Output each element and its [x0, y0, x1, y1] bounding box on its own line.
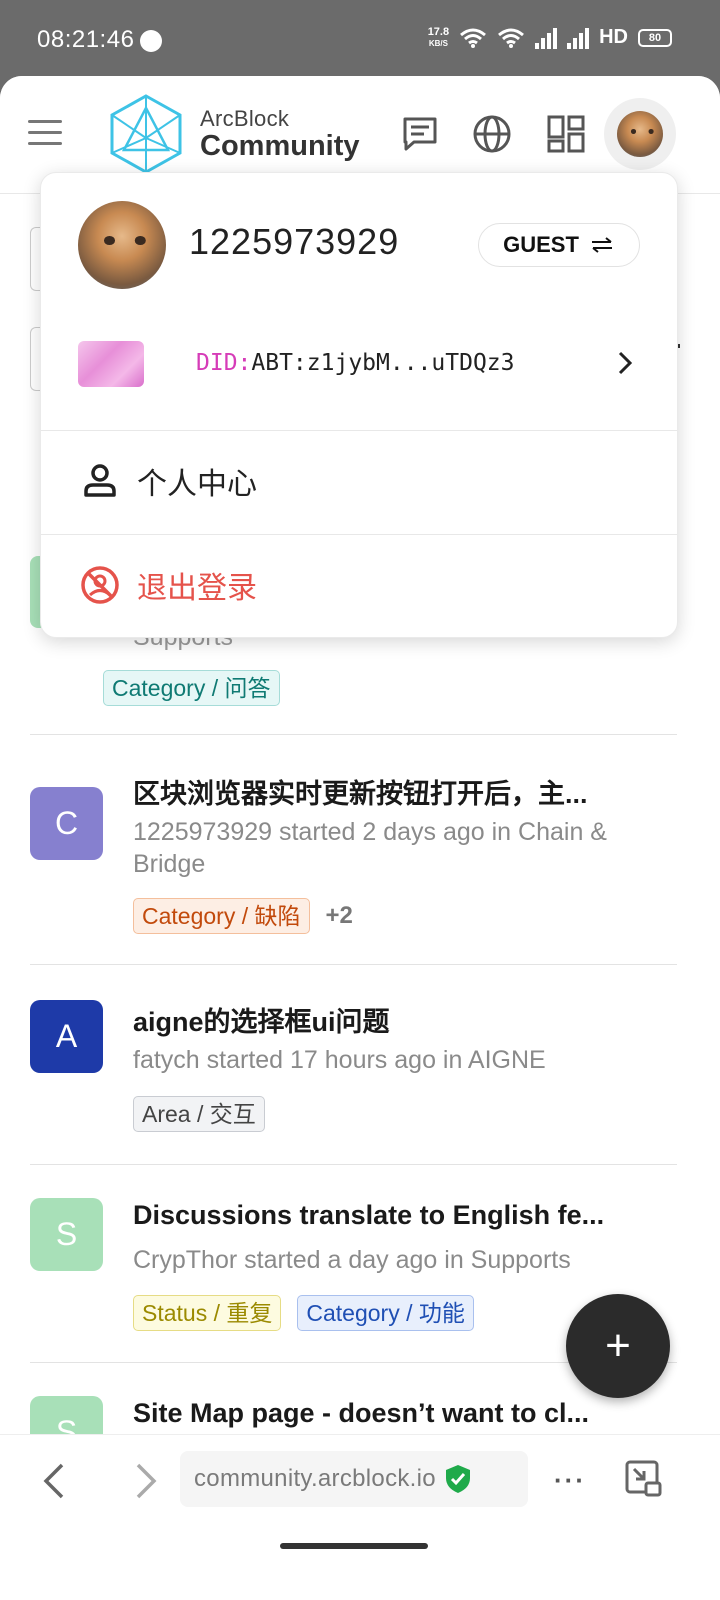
post-avatar: S [30, 1396, 103, 1436]
status-time: 08:21:46 [37, 26, 135, 53]
arcblock-logo[interactable] [108, 94, 184, 174]
divider [30, 1164, 677, 1165]
post-title[interactable]: Site Map page - doesn’t want to cl... [133, 1398, 653, 1429]
post-avatar: C [30, 787, 103, 860]
tag[interactable]: Category / 功能 [297, 1295, 474, 1331]
signal-4g-icon [567, 27, 590, 49]
status-bar: 08:21:46 17.8 KB/S HD 80 [0, 0, 720, 78]
did-row[interactable]: DID:ABT:z1jybM...uTDQz3 [41, 313, 677, 413]
tag[interactable]: Category / 问答 [103, 670, 280, 706]
list-item[interactable]: A aigne的选择框ui问题 fatych started 17 hours … [30, 964, 677, 1164]
divider [30, 734, 677, 735]
post-tags: Area / 交互 [133, 1096, 265, 1132]
user-avatar [78, 201, 166, 289]
notification-dot-icon [140, 30, 162, 52]
menu-item-logout[interactable]: 退出登录 [41, 535, 677, 635]
post-title[interactable]: 区块浏览器实时更新按钮打开后，主... [133, 772, 653, 811]
back-icon[interactable] [36, 1461, 76, 1501]
brand-bottom: Community [200, 130, 360, 162]
chevron-right-icon [618, 351, 633, 375]
person-icon [84, 464, 116, 497]
divider [30, 964, 677, 965]
did-prefix: DID: [196, 350, 252, 376]
role-label: GUEST [503, 232, 579, 257]
menu-item-label: 个人中心 [137, 468, 257, 501]
post-meta: CrypThor started a day ago in Supports [133, 1246, 571, 1274]
did-value: ABT:z1jybM...uTDQz3 [251, 350, 515, 376]
net-speed-unit: KB/S [428, 38, 448, 48]
home-indicator[interactable] [280, 1543, 428, 1549]
did-avatar [78, 341, 144, 387]
menu-item-profile[interactable]: 个人中心 [41, 431, 677, 531]
tag[interactable]: Area / 交互 [133, 1096, 265, 1132]
avatar [617, 111, 663, 157]
chat-icon[interactable] [400, 114, 440, 154]
apps-grid-icon[interactable] [546, 114, 586, 154]
post-title[interactable]: aigne的选择框ui问题 [133, 1000, 653, 1039]
net-speed: 17.8 KB/S [427, 25, 450, 49]
post-avatar: S [30, 1198, 103, 1271]
new-post-button[interactable]: + [566, 1294, 670, 1398]
post-meta: fatych started 17 hours ago in AIGNE [133, 1046, 546, 1074]
address-bar[interactable]: community.arcblock.io [180, 1451, 528, 1507]
app-window: ArcBlock Community Supports Category / [0, 76, 720, 1436]
menu-icon[interactable] [28, 120, 62, 146]
network-type-label: HD [599, 26, 628, 48]
user-avatar-button[interactable] [604, 98, 676, 170]
post-meta: 1225973929 started 2 days ago in Chain &… [133, 818, 607, 878]
net-speed-value: 17.8 [427, 25, 450, 38]
post-tags: Category / 问答 [103, 670, 280, 706]
status-indicators: 17.8 KB/S HD 80 [428, 26, 672, 49]
signal-5g-icon [535, 27, 558, 49]
shield-check-icon [445, 1465, 470, 1493]
minimize-window-icon[interactable] [624, 1459, 664, 1499]
more-tags-count[interactable]: +2 [326, 902, 353, 930]
post-tags: Category / 缺陷 +2 [133, 898, 353, 934]
wifi-icon [460, 28, 487, 48]
more-options-button[interactable]: ··· [554, 1465, 586, 1496]
wifi-icon-secondary [498, 28, 525, 48]
post-tags: Status / 重复 Category / 功能 [133, 1295, 474, 1331]
forward-icon[interactable] [124, 1461, 164, 1501]
brand-top: ArcBlock [200, 106, 290, 131]
tag[interactable]: Category / 缺陷 [133, 898, 310, 934]
list-item[interactable]: C 区块浏览器实时更新按钮打开后，主... 1225973929 started… [30, 734, 677, 964]
logout-icon [81, 566, 119, 604]
post-title[interactable]: Discussions translate to English fe... [133, 1200, 653, 1231]
globe-icon[interactable] [472, 114, 512, 154]
browser-toolbar: community.arcblock.io ··· [0, 1434, 720, 1600]
username: 1225973929 [189, 221, 400, 262]
battery-level: 80 [648, 31, 662, 44]
did-address: DID:ABT:z1jybM...uTDQz3 [196, 350, 515, 376]
url-text: community.arcblock.io [194, 1465, 436, 1492]
swap-arrows-icon [591, 237, 612, 253]
post-avatar: A [30, 1000, 103, 1073]
user-menu: 1225973929 GUEST DID:ABT:z1jybM...uTDQz3… [40, 172, 678, 638]
tag[interactable]: Status / 重复 [133, 1295, 282, 1331]
battery-icon: 80 [638, 28, 672, 47]
role-switch-badge[interactable]: GUEST [478, 223, 640, 267]
brand-name[interactable]: ArcBlock Community [200, 106, 360, 163]
menu-item-label: 退出登录 [137, 572, 257, 605]
